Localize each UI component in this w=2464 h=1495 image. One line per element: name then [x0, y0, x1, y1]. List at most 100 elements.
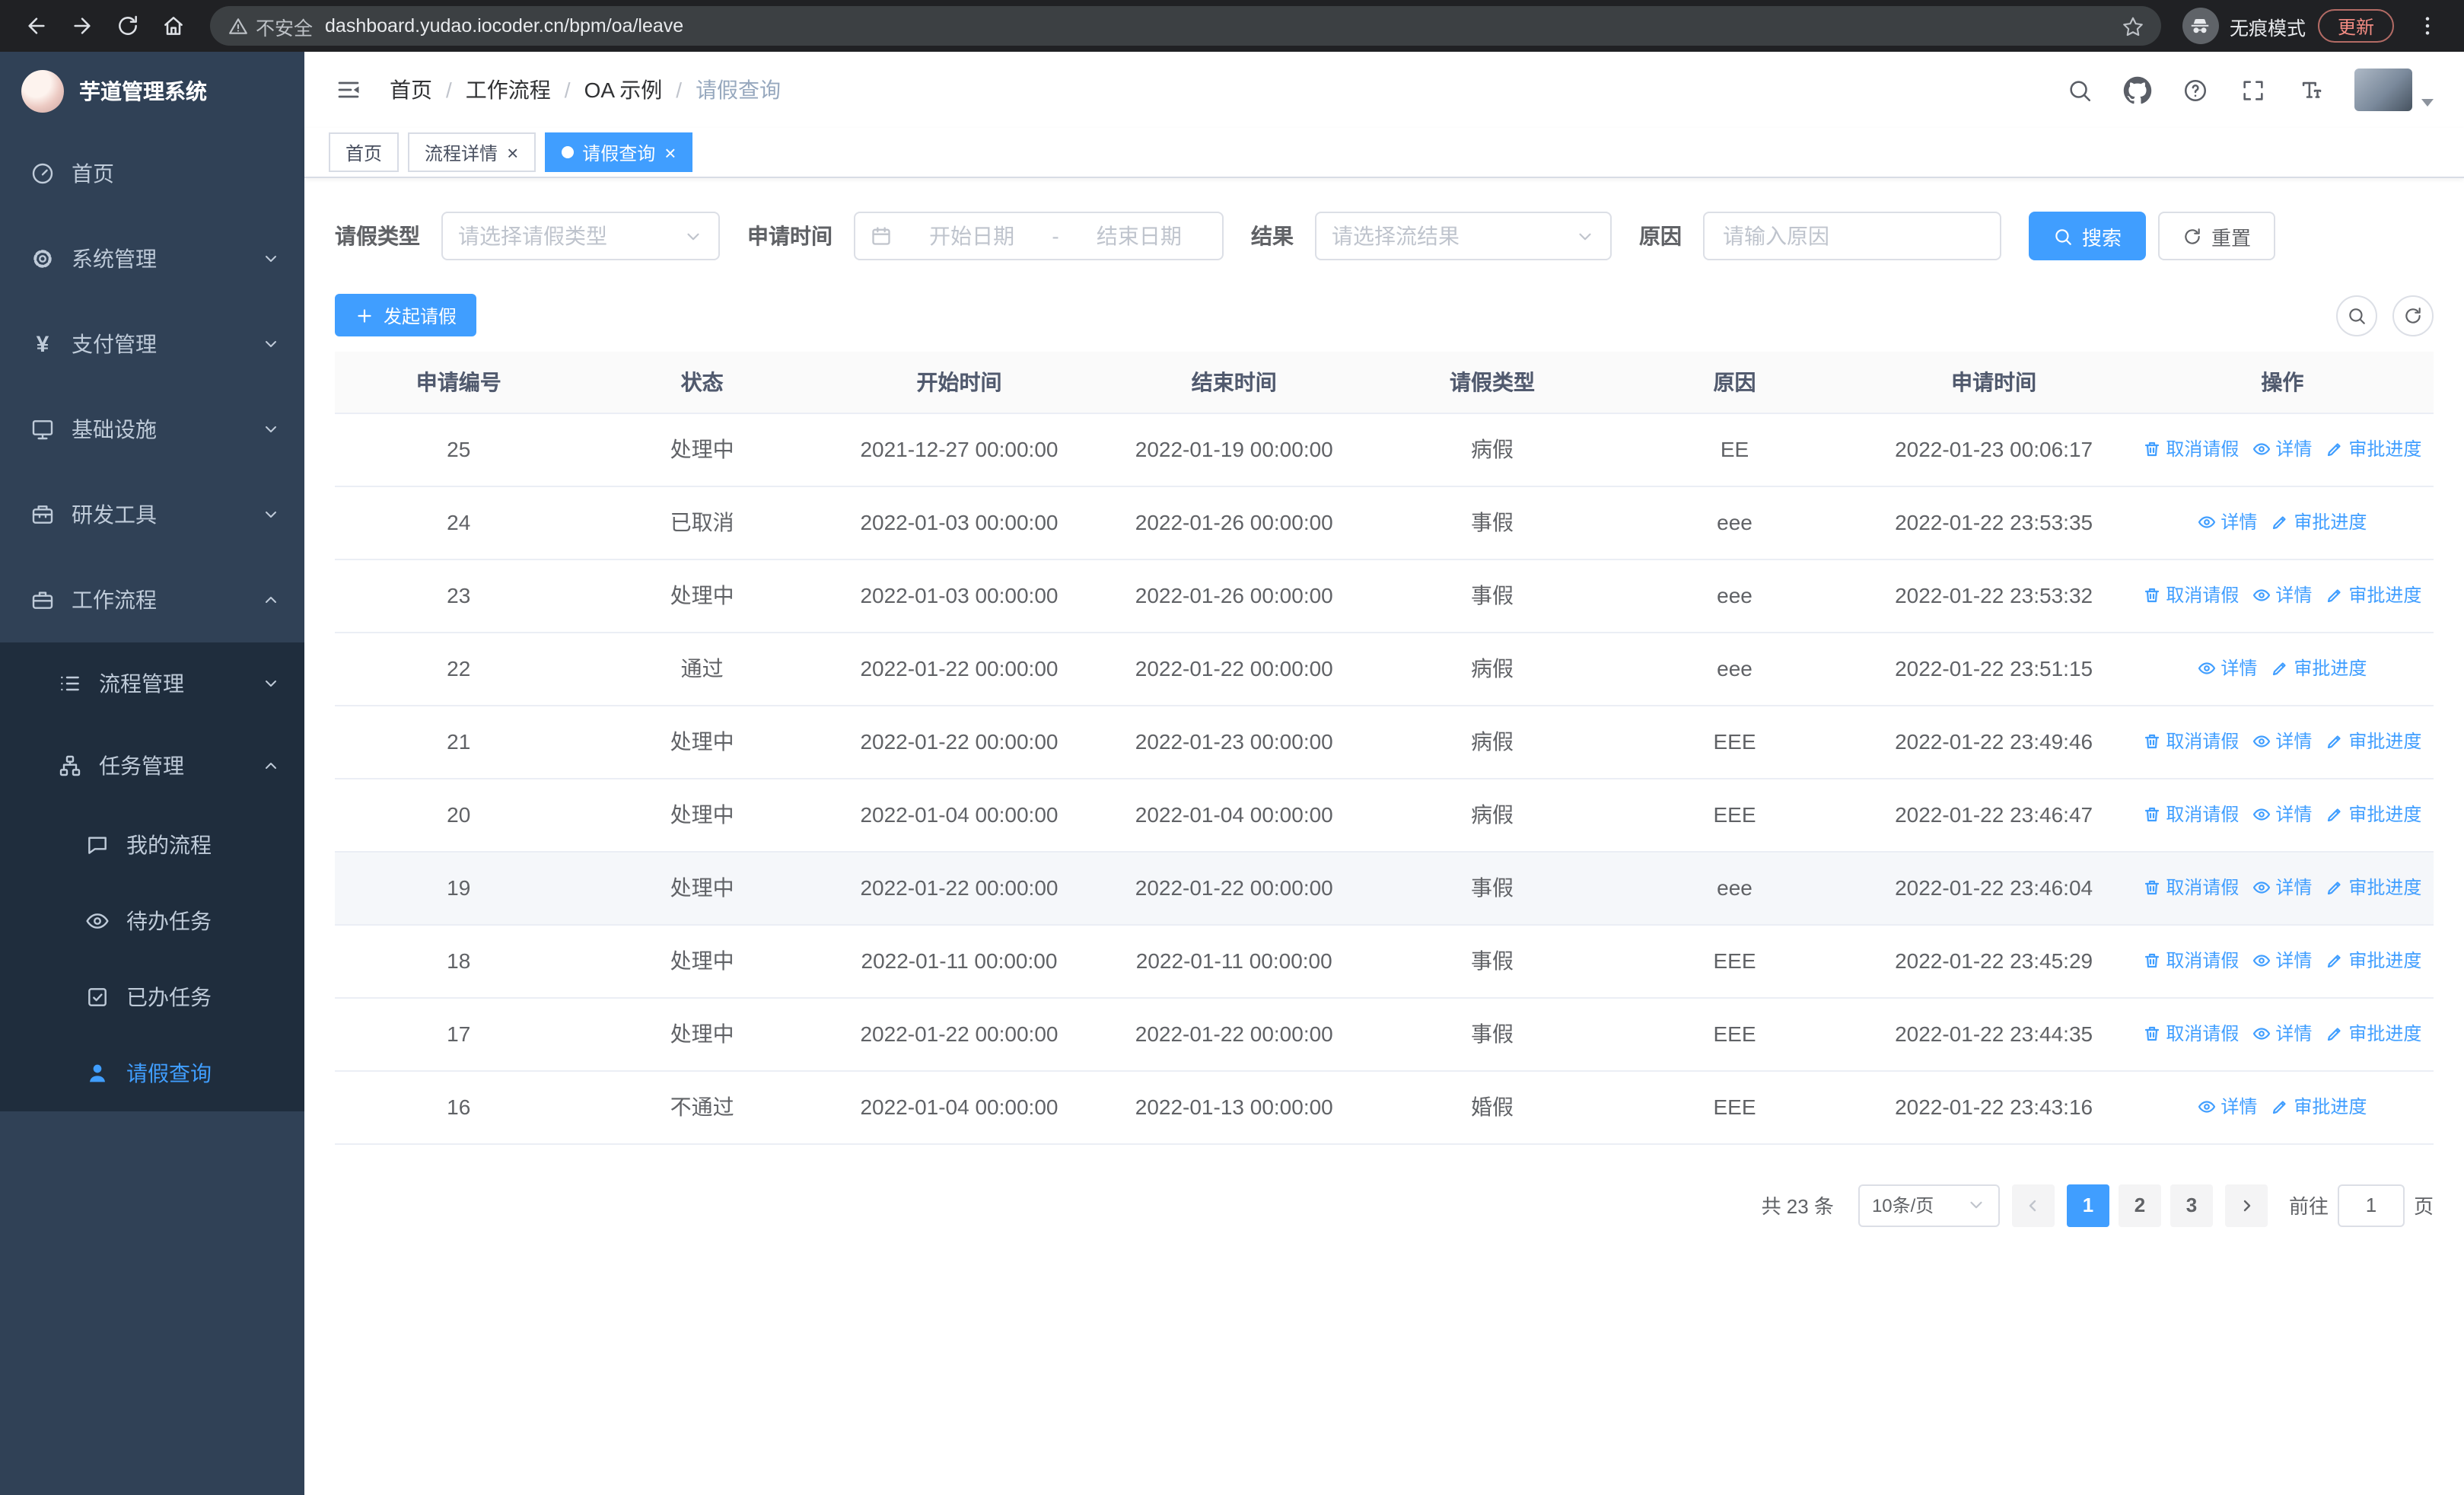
page-button-1[interactable]: 1 [2066, 1184, 2109, 1226]
detail-link[interactable]: 详情 [2198, 1094, 2257, 1120]
page-button-2[interactable]: 2 [2118, 1184, 2161, 1226]
sidebar-item[interactable]: 流程管理 [0, 642, 304, 725]
browser-forward-button[interactable] [61, 5, 103, 47]
breadcrumb-item[interactable]: 首页 [390, 75, 432, 105]
browser-back-button[interactable] [15, 5, 58, 47]
sidebar-item[interactable]: 工作流程 [0, 557, 304, 642]
browser-home-button[interactable] [152, 5, 195, 47]
bookmark-star-button[interactable] [2115, 8, 2152, 44]
progress-link[interactable]: 审批进度 [2271, 1094, 2367, 1120]
tab-1[interactable]: 流程详情 × [408, 132, 536, 172]
progress-link[interactable]: 审批进度 [2326, 436, 2421, 462]
breadcrumb-item[interactable]: 工作流程 [466, 75, 551, 105]
progress-link[interactable]: 审批进度 [2326, 875, 2421, 901]
sidebar-item[interactable]: ¥ 支付管理 [0, 301, 304, 387]
close-icon[interactable]: × [664, 142, 676, 162]
refresh-table-button[interactable] [2392, 295, 2434, 336]
github-icon[interactable] [2114, 67, 2160, 113]
fullscreen-icon[interactable] [2230, 67, 2275, 113]
tab-2[interactable]: 请假查询 × [544, 132, 693, 172]
cancel-leave-link[interactable]: 取消请假 [2143, 802, 2239, 827]
cancel-leave-link[interactable]: 取消请假 [2143, 1021, 2239, 1047]
cancel-leave-link[interactable]: 取消请假 [2143, 948, 2239, 974]
trash-icon [2143, 1025, 2161, 1043]
breadcrumb-separator: / [446, 78, 452, 102]
progress-link[interactable]: 审批进度 [2271, 655, 2367, 681]
sidebar-item[interactable]: 基础设施 [0, 387, 304, 472]
user-avatar-menu[interactable] [2354, 69, 2434, 111]
page-content: 请假类型 请选择请假类型 申请时间 开始日期 - 结束日期 结果 请选择流结果 … [304, 178, 2464, 1495]
sidebar-item[interactable]: 任务管理 [0, 725, 304, 807]
detail-link[interactable]: 详情 [2252, 728, 2312, 754]
progress-link[interactable]: 审批进度 [2326, 1021, 2421, 1047]
cell-reason: EEE [1713, 729, 1756, 754]
not-secure-chip[interactable]: 不安全 [228, 11, 313, 40]
cell-reason: EEE [1713, 1095, 1756, 1119]
cell-status: 处理中 [670, 583, 734, 607]
cell-operations: 取消请假 详情 审批进度 [2131, 705, 2434, 779]
progress-link[interactable]: 审批进度 [2271, 509, 2367, 535]
incognito-label: 无痕模式 [2229, 18, 2306, 39]
browser-menu-icon[interactable] [2406, 5, 2449, 47]
sidebar-item[interactable]: 已办任务 [0, 959, 304, 1035]
detail-link[interactable]: 详情 [2252, 802, 2312, 827]
page-size-select[interactable]: 10条/页 [1858, 1184, 2000, 1226]
pen-icon [2271, 659, 2289, 677]
range-separator: - [1052, 224, 1059, 248]
cell-start-time: 2022-01-04 00:00:00 [860, 802, 1059, 827]
close-icon[interactable]: × [507, 142, 518, 162]
progress-link[interactable]: 审批进度 [2326, 802, 2421, 827]
cell-leave-type: 病假 [1470, 656, 1514, 681]
browser-reload-button[interactable] [107, 5, 149, 47]
reset-button[interactable]: 重置 [2158, 212, 2276, 260]
tab-0[interactable]: 首页 [329, 132, 400, 172]
sidebar-item[interactable]: 研发工具 [0, 472, 304, 557]
detail-link[interactable]: 详情 [2252, 582, 2312, 608]
cancel-leave-link[interactable]: 取消请假 [2143, 436, 2239, 462]
reason-input[interactable] [1703, 212, 2001, 260]
next-page-button[interactable] [2224, 1184, 2268, 1226]
prev-page-button[interactable] [2011, 1184, 2055, 1226]
cancel-leave-link[interactable]: 取消请假 [2143, 582, 2239, 608]
sidebar-item[interactable]: 首页 [0, 131, 304, 216]
search-toggle-button[interactable] [2336, 295, 2377, 336]
apply-time-label: 申请时间 [747, 224, 832, 248]
sidebar-item[interactable]: 系统管理 [0, 216, 304, 301]
leave-type-select[interactable]: 请选择请假类型 [441, 212, 720, 260]
column-header: 原因 [1612, 352, 1857, 413]
detail-link[interactable]: 详情 [2252, 948, 2312, 974]
page-button-3[interactable]: 3 [2170, 1184, 2213, 1226]
detail-link[interactable]: 详情 [2252, 1021, 2312, 1047]
browser-update-button[interactable]: 更新 [2317, 9, 2394, 43]
refresh-icon [2185, 228, 2200, 244]
breadcrumb-item[interactable]: OA 示例 [584, 75, 663, 105]
table-row: 16 不通过 2022-01-04 00:00:00 2022-01-13 00… [335, 1070, 2434, 1144]
app-logo[interactable]: 芋道管理系统 [0, 52, 304, 131]
create-leave-button[interactable]: 发起请假 [335, 294, 477, 336]
help-icon[interactable] [2172, 67, 2217, 113]
progress-link[interactable]: 审批进度 [2326, 948, 2421, 974]
search-icon[interactable] [2056, 67, 2102, 113]
detail-link[interactable]: 详情 [2252, 875, 2312, 901]
result-select[interactable]: 请选择流结果 [1315, 212, 1612, 260]
search-button[interactable]: 搜索 [2029, 212, 2147, 260]
cancel-leave-link[interactable]: 取消请假 [2143, 875, 2239, 901]
trash-icon [2143, 586, 2161, 604]
table-body: 25 处理中 2021-12-27 00:00:00 2022-01-19 00… [335, 413, 2434, 1144]
sidebar-item[interactable]: 我的流程 [0, 807, 304, 883]
cancel-leave-link[interactable]: 取消请假 [2143, 728, 2239, 754]
sidebar-item[interactable]: 待办任务 [0, 883, 304, 959]
detail-link[interactable]: 详情 [2198, 655, 2257, 681]
progress-link[interactable]: 审批进度 [2326, 728, 2421, 754]
sidebar-item[interactable]: 请假查询 [0, 1035, 304, 1111]
progress-link[interactable]: 审批进度 [2326, 582, 2421, 608]
goto-page-input[interactable] [2337, 1184, 2405, 1226]
detail-link[interactable]: 详情 [2198, 509, 2257, 535]
address-bar[interactable]: 不安全 dashboard.yudao.iocoder.cn/bpm/oa/le… [210, 6, 2161, 46]
cell-start-time: 2022-01-22 00:00:00 [860, 656, 1059, 681]
column-header: 申请编号 [335, 352, 583, 413]
sidebar-collapse-icon[interactable] [323, 64, 374, 116]
detail-link[interactable]: 详情 [2252, 436, 2312, 462]
font-size-icon[interactable] [2287, 67, 2333, 113]
apply-time-range-picker[interactable]: 开始日期 - 结束日期 [854, 212, 1224, 260]
